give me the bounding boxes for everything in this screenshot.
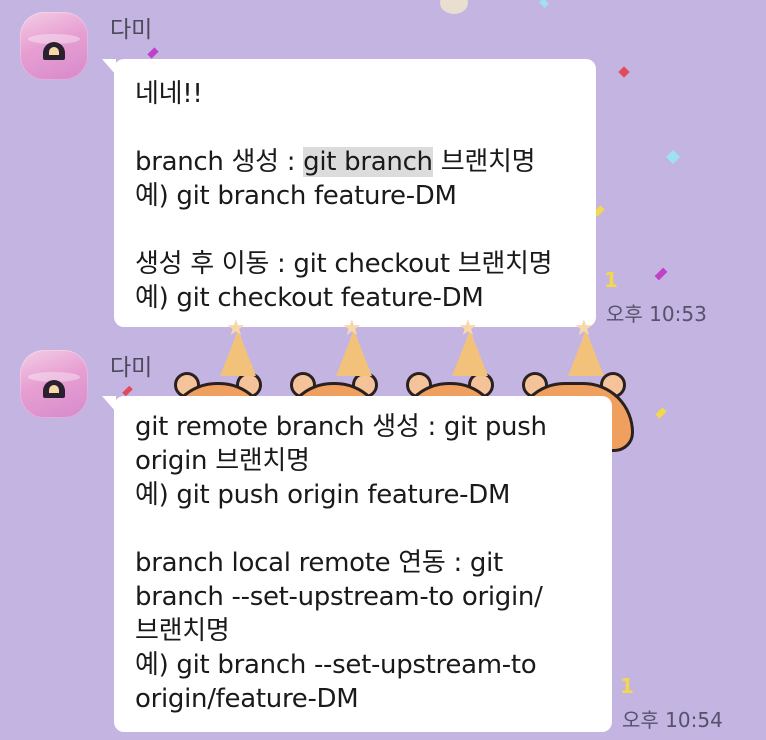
avatar[interactable]: [20, 350, 88, 418]
message-line: 네네!!: [135, 79, 203, 109]
message-line: 브랜치명: [135, 616, 230, 646]
message-time: 오후 10:53: [606, 302, 707, 326]
search-highlight: git branch: [303, 147, 433, 177]
confetti-icon: [122, 385, 133, 397]
confetti-icon: [665, 149, 681, 165]
message-line: 예) git checkout feature-DM: [135, 283, 484, 313]
message-bubble[interactable]: 네네!! branch 생성 : git branch 브랜치명 예) git …: [102, 59, 596, 327]
profile-sunset-icon: [43, 380, 65, 398]
message-line: [135, 512, 592, 546]
bubble-deco-icon: [440, 0, 468, 14]
confetti-icon: [147, 47, 159, 59]
message-line: branch --set-upstream-to origin/: [135, 582, 543, 612]
confetti-icon: [654, 267, 668, 281]
message-text: branch 생성 :: [135, 147, 304, 177]
message-text: 브랜치명: [432, 147, 536, 177]
sender-name: 다미: [110, 17, 153, 43]
message-bubble[interactable]: git remote branch 생성 : git push origin 브…: [102, 396, 612, 732]
message-line: 예) git push origin feature-DM: [135, 480, 511, 510]
message-line: git remote branch 생성 : git push: [135, 412, 547, 442]
message-line: origin/feature-DM: [135, 684, 359, 714]
message-line: 예) git branch --set-upstream-to: [135, 650, 537, 680]
message-line: 생성 후 이동 : git checkout 브랜치명: [135, 249, 553, 279]
confetti-icon: [539, 0, 549, 8]
avatar[interactable]: [20, 12, 88, 80]
message-line: branch 생성 : git branch 브랜치명: [135, 145, 576, 179]
unread-count: 1: [604, 268, 618, 292]
message-line: origin 브랜치명: [135, 446, 310, 476]
message-time: 오후 10:54: [622, 708, 723, 732]
message-line: [135, 213, 576, 247]
sender-name: 다미: [110, 355, 153, 381]
message-line: 예) git branch feature-DM: [135, 181, 457, 211]
confetti-icon: [655, 407, 667, 419]
profile-sunset-icon: [43, 42, 65, 60]
confetti-icon: [618, 66, 630, 78]
message-line: branch local remote 연동 : git: [135, 548, 503, 578]
unread-count: 1: [620, 674, 634, 698]
message-line: [135, 111, 576, 145]
